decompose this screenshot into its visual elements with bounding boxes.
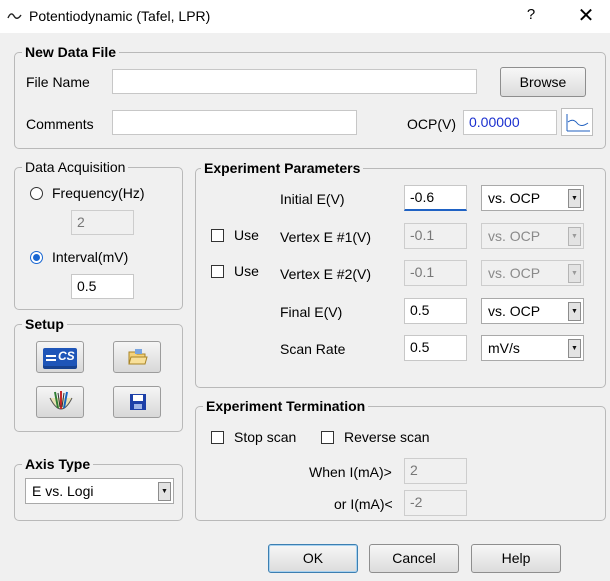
open-file-button[interactable] — [113, 341, 161, 373]
scan-rate-label: Scan Rate — [280, 341, 346, 357]
cs-instrument-icon: CS — [43, 348, 77, 366]
final-e-input[interactable]: 0.5 — [404, 298, 467, 324]
ocp-measure-button[interactable] — [561, 108, 593, 136]
chevron-down-icon: ▼ — [568, 227, 581, 246]
initial-e-label: Initial E(V) — [280, 191, 345, 207]
help-button[interactable]: Help — [471, 544, 561, 573]
chevron-down-icon: ▼ — [158, 482, 171, 501]
use-vertex2-label: Use — [234, 263, 259, 279]
final-e-ref-select[interactable]: vs. OCP ▼ — [481, 298, 584, 324]
experiment-termination-group — [195, 406, 606, 521]
chevron-down-icon: ▼ — [568, 264, 581, 283]
file-name-label: File Name — [26, 74, 90, 90]
initial-e-ref-value: vs. OCP — [488, 190, 541, 206]
waveform-icon — [7, 13, 22, 19]
window-title: Potentiodynamic (Tafel, LPR) — [29, 8, 211, 24]
scan-rate-input[interactable]: 0.5 — [404, 335, 467, 361]
scan-rate-unit-value: mV/s — [488, 340, 520, 356]
cancel-button[interactable]: Cancel — [369, 544, 459, 573]
vertex2-ref-value: vs. OCP — [488, 265, 541, 281]
chevron-down-icon: ▼ — [568, 339, 581, 358]
reverse-scan-checkbox[interactable] — [321, 431, 334, 444]
axis-type-value: E vs. Logi — [32, 483, 94, 499]
use-vertex1-label: Use — [234, 227, 259, 243]
data-acquisition-legend: Data Acquisition — [22, 159, 129, 175]
instrument-setup-button[interactable]: CS — [36, 341, 84, 373]
stop-scan-label: Stop scan — [234, 429, 297, 445]
use-vertex1-checkbox[interactable] — [211, 229, 224, 242]
electrode-cell-icon — [49, 391, 73, 410]
experiment-parameters-legend: Experiment Parameters — [201, 160, 364, 176]
cell-setup-button[interactable] — [36, 386, 84, 418]
initial-e-ref-select[interactable]: vs. OCP ▼ — [481, 185, 584, 211]
axis-type-select[interactable]: E vs. Logi ▼ — [25, 478, 174, 504]
use-vertex2-checkbox[interactable] — [211, 265, 224, 278]
scan-rate-unit-select[interactable]: mV/s ▼ — [481, 335, 584, 361]
close-button[interactable]: ✕ — [574, 4, 598, 28]
vertex2-input[interactable]: -0.1 — [404, 260, 467, 286]
cs-text: CS — [58, 349, 75, 363]
final-e-ref-value: vs. OCP — [488, 303, 541, 319]
stop-scan-checkbox[interactable] — [211, 431, 224, 444]
open-folder-icon — [128, 349, 148, 365]
frequency-radio[interactable] — [30, 187, 43, 200]
axis-type-legend: Axis Type — [22, 456, 94, 472]
ocp-value-field: 0.00000 — [463, 110, 557, 135]
vertex2-label: Vertex E #2(V) — [280, 266, 372, 282]
final-e-label: Final E(V) — [280, 304, 343, 320]
vertex1-ref-select[interactable]: vs. OCP ▼ — [481, 223, 584, 249]
save-button[interactable] — [113, 386, 161, 418]
chevron-down-icon: ▼ — [568, 189, 581, 208]
ocp-label: OCP(V) — [407, 116, 456, 132]
vertex1-input[interactable]: -0.1 — [404, 223, 467, 249]
ok-button[interactable]: OK — [268, 544, 358, 573]
browse-button[interactable]: Browse — [500, 67, 586, 97]
or-current-label: or I(mA)< — [334, 496, 393, 512]
vertex1-label: Vertex E #1(V) — [280, 229, 372, 245]
comments-label: Comments — [26, 116, 94, 132]
frequency-input[interactable]: 2 — [71, 210, 134, 235]
file-name-input[interactable] — [112, 69, 477, 94]
title-bar: Potentiodynamic (Tafel, LPR) ? ✕ — [0, 0, 610, 33]
vertex1-ref-value: vs. OCP — [488, 228, 541, 244]
when-current-input[interactable]: 2 — [404, 458, 467, 484]
reverse-scan-label: Reverse scan — [344, 429, 430, 445]
when-current-label: When I(mA)> — [309, 464, 392, 480]
comments-input[interactable] — [112, 110, 357, 135]
save-disk-icon — [130, 394, 146, 410]
new-data-file-legend: New Data File — [22, 44, 120, 60]
initial-e-input[interactable]: -0.6 — [404, 185, 467, 211]
chevron-down-icon: ▼ — [568, 302, 581, 321]
interval-input[interactable]: 0.5 — [71, 274, 134, 299]
experiment-termination-legend: Experiment Termination — [203, 398, 369, 414]
title-help-button[interactable]: ? — [521, 6, 541, 26]
interval-radio[interactable] — [30, 251, 43, 264]
ocp-plot-icon — [566, 114, 590, 132]
vertex2-ref-select[interactable]: vs. OCP ▼ — [481, 260, 584, 286]
frequency-label: Frequency(Hz) — [52, 185, 145, 201]
setup-legend: Setup — [22, 316, 67, 332]
interval-label: Interval(mV) — [52, 249, 129, 265]
or-current-input[interactable]: -2 — [404, 490, 467, 516]
